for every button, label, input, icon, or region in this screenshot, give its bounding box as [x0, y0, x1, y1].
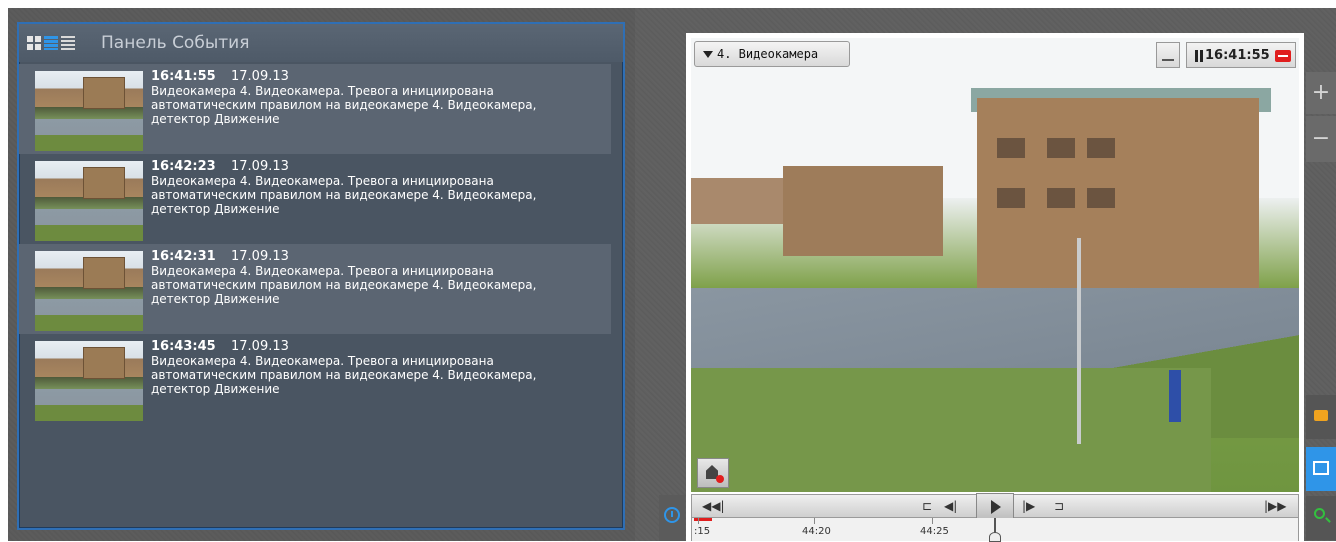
zoom-in-button[interactable]: + — [1306, 72, 1336, 114]
event-panel: Панель События 16:41:55 17.09.13 Видеока… — [17, 22, 625, 530]
event-time: 16:42:23 — [151, 159, 216, 174]
event-description: Видеокамера 4. Видеокамера. Тревога иниц… — [151, 264, 537, 306]
timeline-label: :15 — [694, 526, 711, 537]
play-icon — [991, 500, 1001, 514]
video-window — [1047, 188, 1075, 208]
timeline-label: 44:25 — [920, 526, 949, 537]
camera-time-display[interactable]: 16:41:55 — [1186, 42, 1296, 68]
jump-first-button[interactable]: ◀◀| — [702, 499, 725, 513]
view-mode-switcher — [27, 36, 75, 50]
event-item[interactable]: 16:43:45 17.09.13 Видеокамера 4. Видеока… — [19, 334, 611, 424]
timeline-tick — [698, 518, 699, 524]
monitor-icon — [1314, 410, 1328, 421]
zoom-out-button[interactable]: − — [1306, 116, 1336, 162]
layout-icon — [1313, 461, 1329, 475]
event-item[interactable]: 16:41:55 17.09.13 Видеокамера 4. Видеока… — [19, 64, 611, 154]
camera-selector[interactable]: 4. Видеокамера — [694, 41, 850, 67]
event-description: Видеокамера 4. Видеокамера. Тревога иниц… — [151, 174, 537, 216]
list-view-icon[interactable] — [44, 36, 58, 50]
event-thumbnail[interactable] — [35, 251, 143, 331]
jump-last-button[interactable]: |▶▶ — [1264, 499, 1287, 513]
event-thumbnail[interactable] — [35, 341, 143, 421]
event-panel-header: Панель События — [19, 24, 623, 62]
event-time: 16:42:31 — [151, 249, 216, 264]
video-window — [1047, 138, 1075, 158]
edit-icon[interactable] — [1156, 42, 1180, 68]
video-window — [997, 188, 1025, 208]
event-thumbnail[interactable] — [35, 71, 143, 151]
step-back-button[interactable]: ◀| — [944, 499, 957, 513]
grid-view-icon[interactable] — [27, 36, 41, 50]
video-window — [1087, 138, 1115, 158]
archive-mode-button[interactable] — [659, 495, 685, 541]
video-left-building — [783, 166, 943, 256]
event-item[interactable]: 16:42:23 17.09.13 Видеокамера 4. Видеока… — [19, 154, 611, 244]
timeline-tick — [932, 518, 933, 524]
event-time: 16:43:45 — [151, 339, 216, 354]
panel-title: Панель События — [101, 33, 250, 53]
video-person — [1169, 370, 1181, 422]
event-description: Видеокамера 4. Видеокамера. Тревога иниц… — [151, 84, 537, 126]
event-time: 16:41:55 — [151, 69, 216, 84]
timeline[interactable]: :15 44:20 44:25 — [691, 518, 1299, 542]
video-grass — [691, 368, 1211, 492]
playback-toolbar: ◀◀| ⊏ ◀| |▶ ⊐ |▶▶ — [691, 493, 1299, 519]
camera-time: 16:41:55 — [1205, 48, 1270, 63]
timeline-tick — [814, 518, 815, 524]
video-window — [1087, 188, 1115, 208]
search-icon — [1314, 508, 1325, 519]
timeline-label: 44:20 — [802, 526, 831, 537]
pause-icon[interactable] — [1195, 50, 1203, 62]
archive-button[interactable] — [697, 458, 729, 488]
timeline-recorded-segment — [694, 518, 712, 521]
clock-icon — [664, 507, 680, 523]
event-date: 17.09.13 — [231, 339, 289, 354]
play-button[interactable] — [976, 493, 1014, 519]
jump-start-button[interactable]: ⊏ — [922, 499, 932, 513]
layout-button[interactable] — [1306, 447, 1336, 491]
compact-list-icon[interactable] — [61, 36, 75, 50]
camera-name: 4. Видеокамера — [717, 47, 819, 61]
event-date: 17.09.13 — [231, 69, 289, 84]
video-main-building — [977, 98, 1259, 288]
dropdown-arrow-icon — [703, 51, 713, 58]
event-list: 16:41:55 17.09.13 Видеокамера 4. Видеока… — [19, 64, 611, 424]
record-icon — [1275, 50, 1291, 62]
search-button[interactable] — [1306, 496, 1336, 540]
video-far-building — [691, 178, 783, 224]
video-window — [997, 138, 1025, 158]
event-date: 17.09.13 — [231, 159, 289, 174]
event-date: 17.09.13 — [231, 249, 289, 264]
app-root: Панель События 16:41:55 17.09.13 Видеока… — [0, 0, 1336, 542]
camera-video-feed[interactable] — [691, 38, 1299, 492]
event-item[interactable]: 16:42:31 17.09.13 Видеокамера 4. Видеока… — [19, 244, 611, 334]
step-forward-button[interactable]: |▶ — [1022, 499, 1035, 513]
record-dot-icon — [716, 475, 724, 483]
monitor-button[interactable] — [1306, 395, 1336, 439]
video-lamp-pole — [1077, 238, 1081, 444]
event-description: Видеокамера 4. Видеокамера. Тревога иниц… — [151, 354, 537, 396]
event-thumbnail[interactable] — [35, 161, 143, 241]
jump-end-button[interactable]: ⊐ — [1054, 499, 1064, 513]
